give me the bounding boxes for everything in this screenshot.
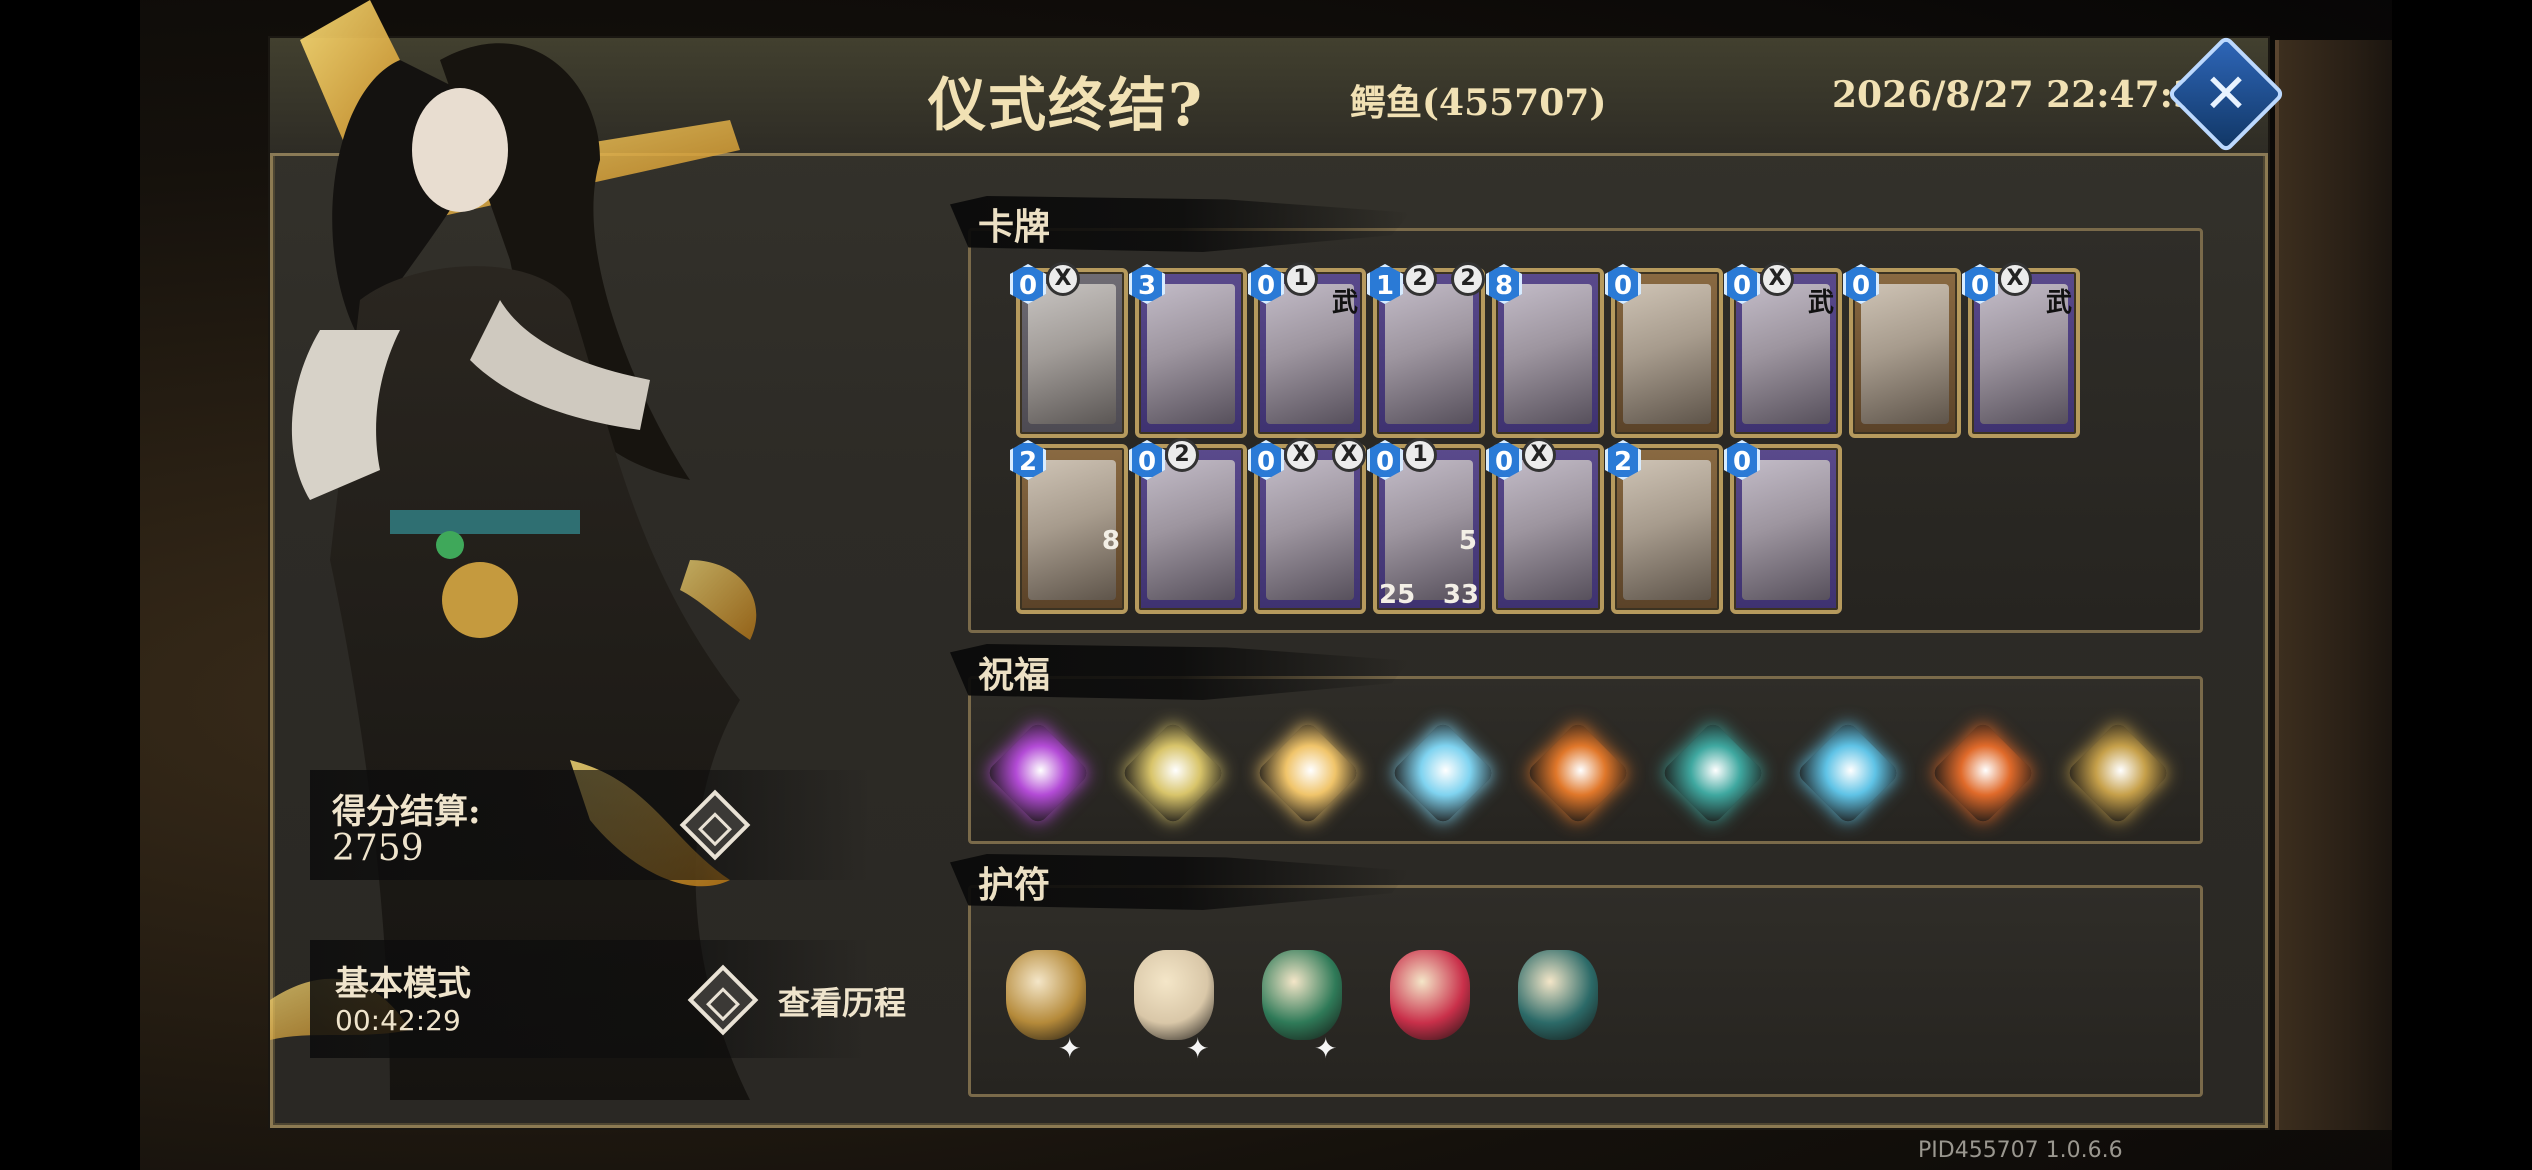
card-type-mark: 武 — [2045, 288, 2072, 318]
card-side-number: 5 — [1458, 526, 1477, 556]
build-id: PID455707 1.0.6.6 — [1918, 1138, 2123, 1163]
card-item[interactable]: 0X — [1486, 438, 1604, 614]
card-item[interactable]: 0X武 — [1724, 262, 1842, 438]
amulet-object — [1134, 950, 1214, 1040]
card-item[interactable]: 01武 — [1248, 262, 1366, 438]
golden-scroll-amulet-icon[interactable]: ✦ — [996, 940, 1096, 1070]
amulet-object — [1518, 950, 1598, 1040]
card-side-number: 8 — [1101, 526, 1120, 556]
right-letterbox — [2392, 0, 2532, 1170]
card-type-mark: 武 — [1331, 288, 1358, 318]
card-badge: 1 — [1284, 262, 1318, 296]
left-letterbox — [0, 0, 140, 1170]
blessing-emblem — [1660, 720, 1766, 826]
purple-flame-icon[interactable] — [983, 718, 1093, 828]
card-art — [1623, 460, 1711, 600]
card-item[interactable]: 0 — [1605, 264, 1723, 438]
player-name: 鳄鱼(455707) — [1350, 82, 1607, 124]
blessing-emblem — [1120, 720, 1226, 826]
view-history-label: 查看历程 — [778, 984, 907, 1022]
score-label: 得分结算: — [332, 792, 481, 832]
amulet-object — [1390, 950, 1470, 1040]
card-item[interactable]: 122 — [1367, 262, 1485, 438]
card-art — [1861, 284, 1949, 424]
blessing-emblem — [985, 720, 1091, 826]
card-art — [1504, 460, 1592, 600]
card-bottom-left-number: 25 — [1379, 580, 1416, 610]
card-badge: X — [1284, 438, 1318, 472]
card-item[interactable]: 0X — [1010, 262, 1128, 438]
jade-pendant-icon[interactable] — [1508, 940, 1608, 1070]
card-item[interactable]: 0 1 5 25 33 — [1367, 438, 1485, 614]
amulet-sparkle-icon: ✦ — [1186, 1032, 1210, 1065]
card-badge: X — [1046, 262, 1080, 296]
card-item[interactable]: 0 — [1843, 264, 1961, 438]
card-item[interactable]: 2 — [1605, 440, 1723, 614]
amulet-object — [1006, 950, 1086, 1040]
shield-hammer-icon[interactable] — [1118, 718, 1228, 828]
fire-tablet-icon[interactable] — [1928, 718, 2038, 828]
mode-label: 基本模式 — [335, 964, 471, 1004]
card-badge: 2 — [1165, 438, 1199, 472]
card-item[interactable]: 8 — [1486, 264, 1604, 438]
card-art — [1147, 284, 1235, 424]
cards-title: 卡牌 — [978, 206, 1051, 248]
hooded-figure-icon[interactable] — [1658, 718, 1768, 828]
card-badge: X — [1998, 262, 2032, 296]
card-art — [1385, 284, 1473, 424]
card-art — [1147, 460, 1235, 600]
blessings-title: 祝福 — [978, 654, 1051, 696]
card-art — [1623, 284, 1711, 424]
green-talisman-icon[interactable]: ✦ — [1252, 940, 1352, 1070]
card-item[interactable]: 0 — [1724, 440, 1842, 614]
blessing-emblem — [1255, 720, 1361, 826]
card-item[interactable]: 02 — [1129, 438, 1247, 614]
card-badge: X — [1760, 262, 1794, 296]
page-title: 仪式终结? — [928, 71, 1204, 139]
amulets-title: 护符 — [978, 864, 1051, 906]
card-art — [1266, 460, 1354, 600]
card-art — [1504, 284, 1592, 424]
blessing-emblem — [1930, 720, 2036, 826]
blessing-emblem — [1525, 720, 1631, 826]
amulet-sparkle-icon: ✦ — [1058, 1032, 1082, 1065]
red-ring-icon[interactable] — [1380, 940, 1480, 1070]
flaming-gauntlet-icon[interactable] — [1523, 718, 1633, 828]
background-wall — [2275, 40, 2392, 1130]
lightning-cards-icon[interactable] — [1793, 718, 1903, 828]
amulet-object — [1262, 950, 1342, 1040]
card-badge: 2 — [1403, 262, 1437, 296]
blessing-emblem — [1390, 720, 1496, 826]
card-item[interactable]: 0XX — [1248, 438, 1366, 614]
card-badge: X — [1522, 438, 1556, 472]
card-item[interactable]: 0X武 — [1962, 262, 2080, 438]
card-badge: 1 — [1403, 438, 1437, 472]
card-type-mark: 武 — [1807, 288, 1834, 318]
lightning-scroll-icon[interactable] — [1388, 718, 1498, 828]
blessing-emblem — [2065, 720, 2171, 826]
card-badge-secondary: 2 — [1451, 262, 1485, 296]
golden-sigil-icon[interactable] — [2063, 718, 2173, 828]
card-item[interactable]: 3 — [1129, 264, 1247, 438]
timestamp: 2026/8/27 22:47:32 — [1832, 74, 2224, 116]
score-value: 2759 — [332, 828, 424, 869]
card-bottom-right-number: 33 — [1442, 580, 1479, 610]
card-art — [1742, 460, 1830, 600]
blessing-emblem — [1795, 720, 1901, 826]
card-item[interactable]: 28 — [1010, 440, 1128, 614]
mode-time: 00:42:29 — [335, 1004, 461, 1037]
amulet-sparkle-icon: ✦ — [1314, 1032, 1338, 1065]
card-badge-secondary: X — [1332, 438, 1366, 472]
burst-tablet-icon[interactable] — [1253, 718, 1363, 828]
card-art — [1028, 284, 1116, 424]
horn-amulet-icon[interactable]: ✦ — [1124, 940, 1224, 1070]
